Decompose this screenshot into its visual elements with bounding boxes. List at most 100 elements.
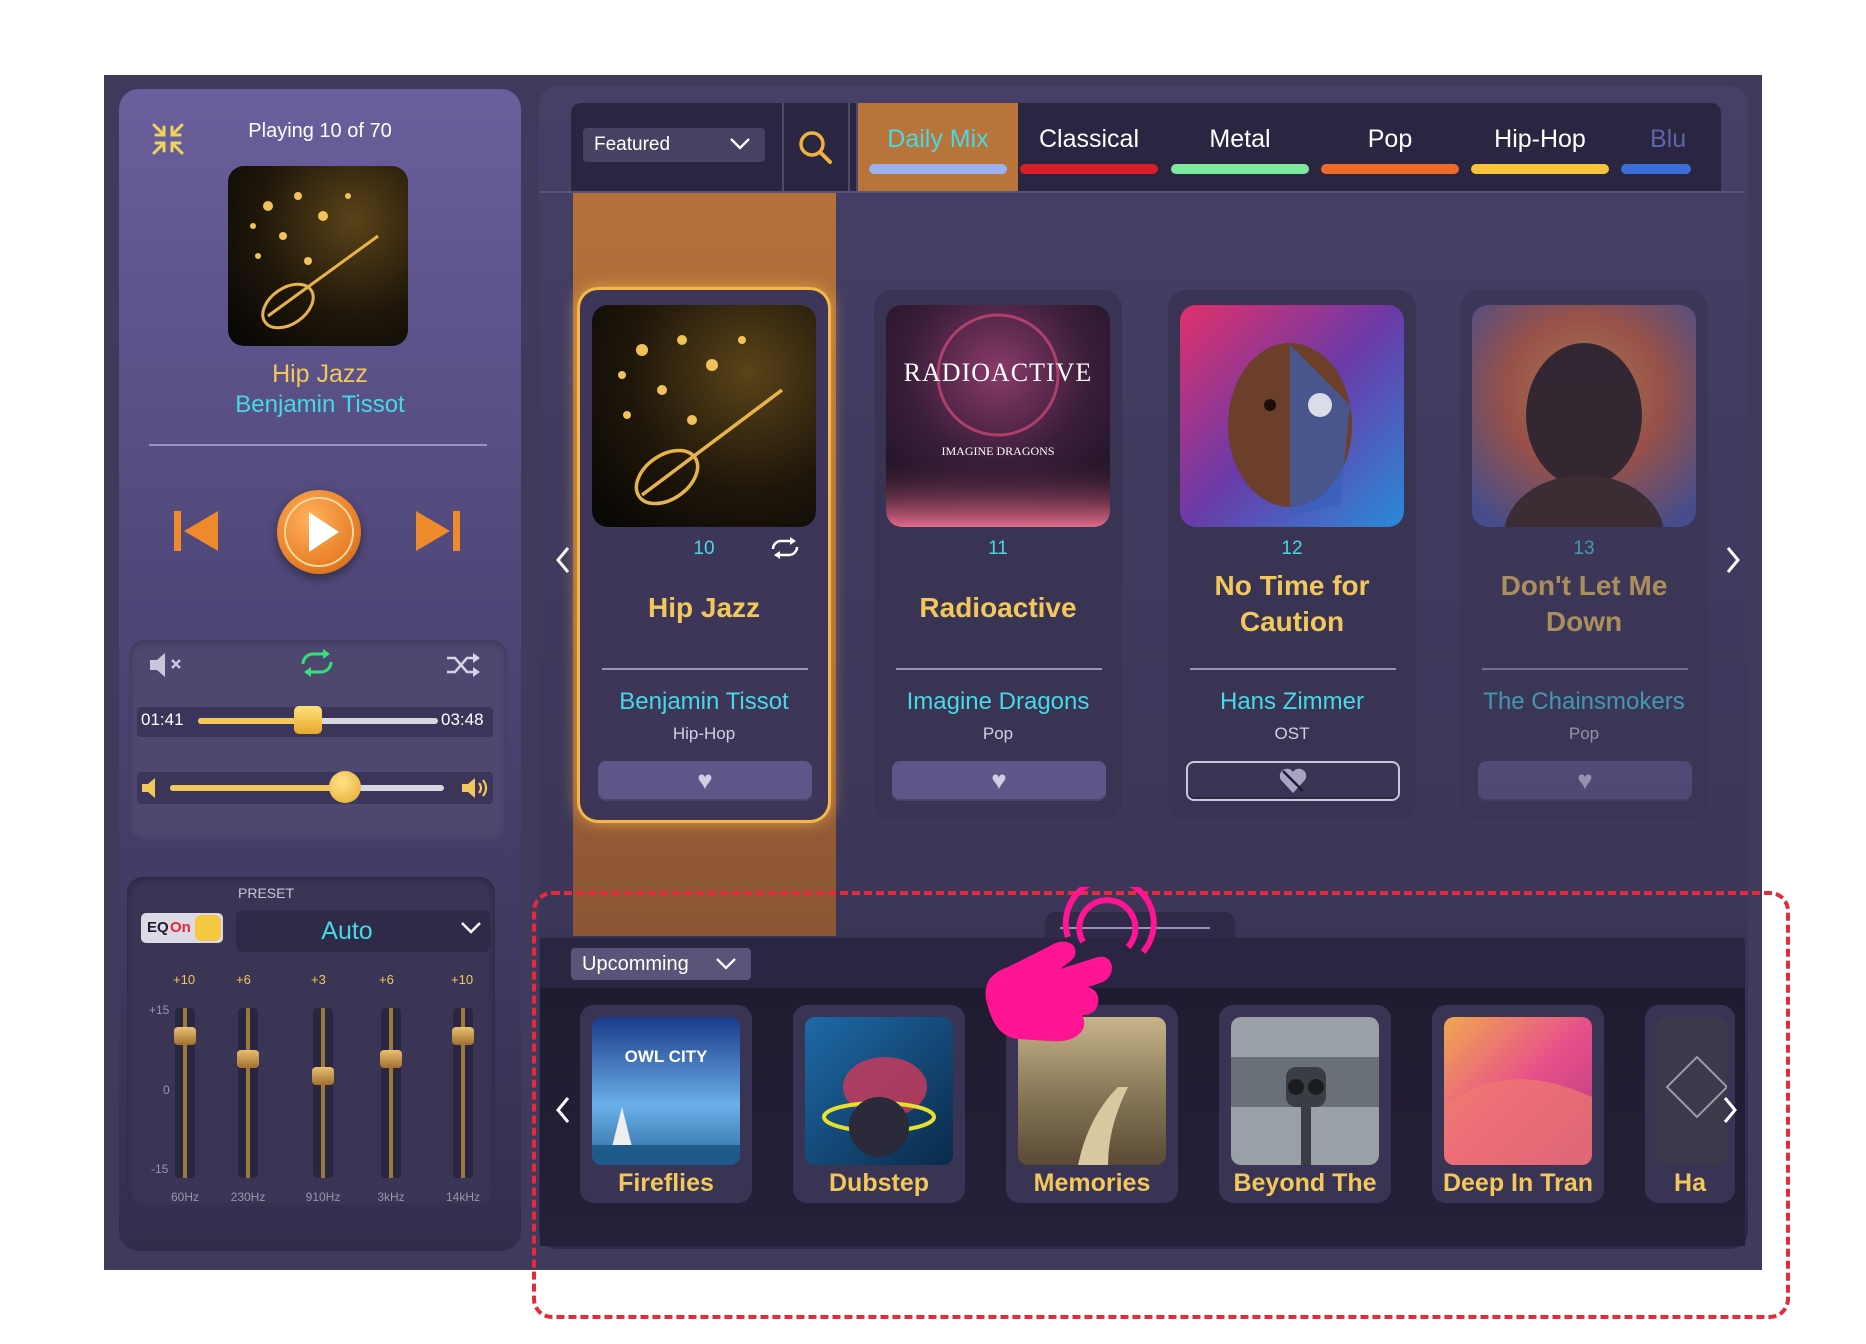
chevron-right-icon[interactable]	[1723, 540, 1743, 588]
separator	[856, 103, 858, 191]
swipe-gesture-icon	[968, 876, 1158, 1057]
eq-band-frequency: 230Hz	[230, 1190, 266, 1204]
playing-status: Playing 10 of 70	[248, 120, 392, 142]
eq-band-gain-label: +6	[379, 972, 394, 987]
chevron-down-icon[interactable]	[727, 130, 753, 162]
eq-toggle-label: EQ	[147, 919, 169, 936]
eq-band-handle[interactable]	[380, 1050, 402, 1068]
song-title: Hip Jazz	[647, 592, 761, 623]
song-genre: Pop	[982, 724, 1014, 743]
eq-scale-top: +15	[149, 1003, 170, 1017]
total-time: 03:48	[441, 710, 484, 729]
preset-label: PRESET	[238, 885, 295, 901]
eq-band-handle[interactable]	[312, 1067, 334, 1085]
song-card[interactable]: 13 Don't Let Me Down The Chainsmokers Po…	[1460, 290, 1708, 820]
next-button[interactable]	[412, 505, 464, 557]
album-artwork	[1180, 305, 1404, 527]
eq-scale-mid: 0	[163, 1083, 170, 1097]
song-card[interactable]: 10 Hip Jazz Benjamin Tissot Hip-Hop ♥	[580, 290, 828, 820]
song-artist: Hans Zimmer	[1219, 688, 1364, 715]
eq-band-gain-label: +10	[173, 972, 196, 987]
heart-icon: ♥	[991, 765, 1007, 795]
tab-color-indicator	[1171, 164, 1309, 174]
volume-fill	[170, 785, 346, 791]
now-playing-title: Hip Jazz	[272, 360, 368, 388]
tab-blu[interactable]: Blu	[1650, 125, 1720, 154]
unfavorite-button[interactable]	[1186, 761, 1400, 801]
seek-handle[interactable]	[294, 706, 323, 734]
now-playing-artwork	[228, 166, 408, 346]
chevron-down-icon[interactable]	[458, 914, 484, 946]
tab-color-indicator	[1471, 164, 1609, 174]
song-artist: The Chainsmokers	[1483, 688, 1685, 715]
tab-color-indicator	[1020, 164, 1158, 174]
song-genre: Pop	[1568, 724, 1600, 743]
current-time: 01:41	[141, 710, 184, 729]
eq-band-frequency: 60Hz	[170, 1190, 199, 1204]
minimize-icon[interactable]	[148, 119, 188, 159]
eq-band-track	[246, 1008, 250, 1178]
divider	[1482, 668, 1688, 670]
tab-hip-hop[interactable]: Hip-Hop	[1470, 125, 1610, 154]
favorite-button[interactable]: ♥	[1478, 761, 1692, 801]
eq-band-track	[321, 1008, 325, 1178]
shuffle-icon[interactable]	[443, 650, 483, 680]
eq-band-handle[interactable]	[237, 1050, 259, 1068]
divider	[896, 668, 1102, 670]
song-title: No Time for Caution	[1214, 570, 1370, 637]
seek-fill	[198, 718, 309, 724]
song-title: Radioactive	[919, 592, 1077, 623]
divider	[149, 444, 487, 446]
search-icon[interactable]	[795, 127, 835, 167]
previous-button[interactable]	[170, 505, 222, 557]
separator	[848, 103, 850, 191]
art-text: RADIOACTIVE	[904, 358, 1093, 387]
tab-metal[interactable]: Metal	[1170, 125, 1310, 154]
tab-color-indicator	[1621, 164, 1691, 174]
divider	[540, 191, 1745, 193]
featured-label: Featured	[594, 134, 671, 155]
mute-icon[interactable]	[147, 650, 187, 680]
album-artwork	[592, 305, 816, 527]
play-button[interactable]	[277, 490, 361, 574]
annotation-highlight-box	[532, 891, 1790, 1319]
song-title: Don't Let Me Down	[1500, 570, 1668, 637]
favorite-button[interactable]: ♥	[892, 761, 1106, 801]
chevron-left-icon[interactable]	[553, 540, 573, 588]
track-number: 11	[988, 538, 1008, 559]
eq-toggle-knob	[195, 915, 221, 941]
tab-daily-mix[interactable]: Daily Mix	[868, 125, 1008, 154]
volume-track[interactable]	[170, 785, 444, 791]
eq-band-track	[389, 1008, 393, 1178]
repeat-icon[interactable]	[295, 648, 339, 678]
divider	[1190, 668, 1396, 670]
eq-band-gain-label: +10	[451, 972, 474, 987]
preset-value: Auto	[321, 917, 373, 945]
eq-toggle[interactable]: EQ On	[141, 913, 223, 943]
song-genre: Hip-Hop	[672, 724, 736, 743]
song-card[interactable]: 12 No Time for Caution Hans Zimmer OST	[1168, 290, 1416, 820]
tab-classical[interactable]: Classical	[1019, 125, 1159, 154]
song-genre: OST	[1274, 724, 1310, 743]
tab-pop[interactable]: Pop	[1320, 125, 1460, 154]
favorite-button[interactable]: ♥	[598, 761, 812, 801]
eq-band-frequency: 3kHz	[377, 1190, 405, 1204]
track-number: 13	[1573, 538, 1595, 559]
eq-scale-bottom: -15	[151, 1162, 169, 1176]
eq-sliders: +15 0 -15 +10 60Hz +6 230Hz +3 910Hz +6 3kHz +10…	[127, 960, 495, 1207]
art-text: IMAGINE DRAGONS	[942, 444, 1055, 458]
eq-band-handle[interactable]	[174, 1027, 196, 1046]
album-artwork: RADIOACTIVE IMAGINE DRAGONS	[886, 305, 1110, 527]
album-artwork	[1472, 305, 1696, 527]
heart-broken-icon	[1188, 767, 1398, 802]
repeat-icon[interactable]	[768, 536, 802, 567]
song-card[interactable]: RADIOACTIVE IMAGINE DRAGONS 11 Radioacti…	[874, 290, 1122, 820]
track-number: 12	[1281, 538, 1303, 559]
song-artist: Benjamin Tissot	[619, 688, 789, 715]
volume-high-icon	[460, 775, 492, 807]
eq-band-frequency: 14kHz	[445, 1190, 480, 1204]
eq-band-handle[interactable]	[452, 1027, 474, 1046]
divider	[602, 668, 808, 670]
eq-band-gain-label: +3	[311, 972, 326, 987]
heart-icon: ♥	[1577, 765, 1593, 795]
